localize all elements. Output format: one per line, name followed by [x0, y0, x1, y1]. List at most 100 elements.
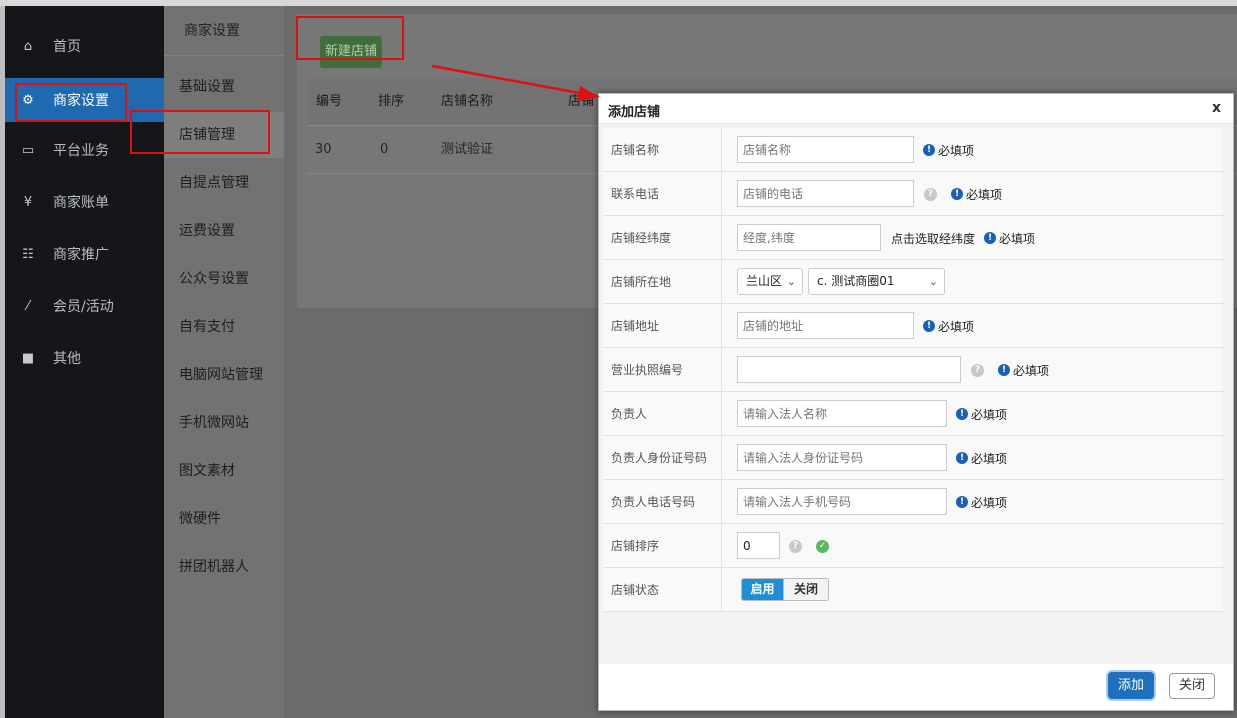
form-row-phone: 联系电话 ? !必填项 [603, 172, 1223, 216]
new-store-button[interactable]: 新建店铺 [320, 36, 382, 68]
check-icon: ✓ [816, 538, 829, 554]
status-off-button[interactable]: 关闭 [783, 579, 828, 600]
main-sidebar: ⌂ 首页 ⚙ 商家设置 ▭ 平台业务 ¥ 商家账单 ☷ 商家推广 ⁄ 会员/活动… [5, 6, 164, 718]
sidebar-item-merchant-bill[interactable]: ¥ 商家账单 [5, 180, 164, 224]
dialog-body: 店铺名称 !必填项 联系电话 ? !必填项 店铺经纬度 点击选取经纬度 !必填项… [599, 124, 1233, 664]
field-label: 店铺地址 [603, 304, 722, 347]
pick-coordinates-link[interactable]: 点击选取经纬度 [891, 230, 975, 246]
info-icon: ! [923, 144, 935, 156]
info-icon: ! [956, 452, 968, 464]
owner-name-input[interactable] [737, 400, 947, 427]
submenu-item-mobile-site[interactable]: 手机微网站 [164, 400, 284, 446]
column-header-id: 编号 [316, 94, 343, 109]
required-hint: ! 必填项 [956, 450, 1007, 466]
status-on-button[interactable]: 启用 [742, 579, 783, 600]
sidebar-item-label: 商家推广 [53, 247, 109, 263]
required-hint: ! 必填项 [951, 186, 1002, 202]
close-button[interactable]: 关闭 [1169, 673, 1215, 699]
required-text: 必填项 [938, 319, 975, 334]
dialog-header: 添加店铺 x [599, 94, 1233, 124]
add-button[interactable]: 添加 [1108, 672, 1154, 699]
sidebar-item-label: 会员/活动 [53, 299, 114, 315]
sidebar-item-members-activities[interactable]: ⁄ 会员/活动 [5, 284, 164, 328]
submenu-item-pickup-points[interactable]: 自提点管理 [164, 160, 284, 206]
help-icon[interactable]: ? [789, 538, 802, 554]
submenu-item-micro-hardware[interactable]: 微硬件 [164, 496, 284, 542]
coordinates-input[interactable] [737, 224, 881, 251]
field-label: 店铺排序 [603, 524, 722, 567]
briefcase-icon: ■ [21, 350, 35, 366]
submenu-item-store-management[interactable]: 店铺管理 [164, 112, 284, 158]
sidebar-item-other[interactable]: ■ 其他 [5, 336, 164, 380]
store-address-input[interactable] [737, 312, 914, 339]
info-icon: ! [984, 232, 996, 244]
required-hint: ! 必填项 [998, 362, 1049, 378]
help-icon[interactable]: ? [924, 186, 937, 202]
field-label: 联系电话 [603, 172, 722, 215]
required-hint: ! 必填项 [923, 318, 974, 334]
magic-wand-icon: ⁄ [26, 298, 30, 314]
help-icon[interactable]: ? [971, 362, 984, 378]
form-row-store-name: 店铺名称 !必填项 [603, 128, 1223, 172]
required-text: 必填项 [1013, 363, 1050, 378]
column-header-sort: 排序 [378, 94, 405, 109]
submenu-item-media-materials[interactable]: 图文素材 [164, 448, 284, 494]
chevron-down-icon: ⌄ [786, 275, 796, 288]
home-icon: ⌂ [23, 38, 33, 54]
sidebar-item-label: 首页 [53, 39, 81, 55]
submenu-item-shipping-settings[interactable]: 运费设置 [164, 208, 284, 254]
required-text: 必填项 [971, 407, 1008, 422]
required-hint: ! 必填项 [984, 230, 1035, 246]
store-phone-input[interactable] [737, 180, 914, 207]
owner-id-input[interactable] [737, 444, 947, 471]
cell-sort: 0 [380, 142, 389, 157]
business-district-select[interactable]: c. 测试商圈01 ⌄ [808, 268, 945, 295]
store-sort-input[interactable] [737, 532, 780, 559]
submenu-item-official-account[interactable]: 公众号设置 [164, 256, 284, 302]
field-label: 营业执照编号 [603, 348, 722, 391]
district-select[interactable]: 兰山区 ⌄ [737, 268, 803, 295]
required-text: 必填项 [971, 451, 1008, 466]
form-row-owner-phone: 负责人电话号码 !必填项 [603, 480, 1223, 524]
form-row-sort: 店铺排序 ? ✓ [603, 524, 1223, 568]
submenu-item-own-payment[interactable]: 自有支付 [164, 304, 284, 350]
required-hint: ! 必填项 [956, 406, 1007, 422]
sidebar-item-merchant-promotion[interactable]: ☷ 商家推广 [5, 232, 164, 276]
info-icon: ! [923, 320, 935, 332]
column-header-store-name: 店铺名称 [441, 94, 494, 109]
chevron-down-icon: ⌄ [928, 275, 938, 288]
submenu-title: 商家设置 [164, 6, 284, 56]
form-row-address: 店铺地址 !必填项 [603, 304, 1223, 348]
form-row-coordinates: 店铺经纬度 点击选取经纬度 !必填项 [603, 216, 1223, 260]
add-store-dialog: 添加店铺 x 店铺名称 !必填项 联系电话 ? !必填项 店铺经纬度 点击选取经… [598, 93, 1234, 711]
info-icon: ! [998, 364, 1010, 376]
required-hint: ! 必填项 [956, 494, 1007, 510]
close-icon[interactable]: x [1212, 100, 1221, 116]
required-hint: ! 必填项 [923, 142, 974, 158]
yen-icon: ¥ [23, 194, 33, 210]
sidebar-item-merchant-settings[interactable]: ⚙ 商家设置 [5, 78, 164, 122]
submenu-item-basic-settings[interactable]: 基础设置 [164, 64, 284, 110]
submenu-item-pc-website[interactable]: 电脑网站管理 [164, 352, 284, 398]
cell-id: 30 [315, 142, 332, 157]
required-text: 必填项 [966, 187, 1003, 202]
field-label: 负责人 [603, 392, 722, 435]
submenu-item-group-robot[interactable]: 拼团机器人 [164, 544, 284, 590]
field-label: 店铺状态 [603, 568, 722, 611]
field-label: 负责人电话号码 [603, 480, 722, 523]
sidebar-item-label: 商家账单 [53, 195, 109, 211]
form-row-status: 店铺状态 启用 关闭 [603, 568, 1223, 612]
form-row-location: 店铺所在地 兰山区 ⌄ c. 测试商圈01 ⌄ [603, 260, 1223, 304]
sidebar-item-platform-business[interactable]: ▭ 平台业务 [5, 128, 164, 172]
dialog-title: 添加店铺 [608, 105, 661, 120]
sidebar-item-home[interactable]: ⌂ 首页 [5, 24, 164, 68]
field-label: 店铺经纬度 [603, 216, 722, 259]
monitor-icon: ▭ [21, 142, 35, 158]
info-icon: ! [956, 496, 968, 508]
required-text: 必填项 [999, 231, 1036, 246]
required-text: 必填项 [938, 143, 975, 158]
owner-phone-input[interactable] [737, 488, 947, 515]
business-license-input[interactable] [737, 356, 961, 383]
required-text: 必填项 [971, 495, 1008, 510]
store-name-input[interactable] [737, 136, 914, 163]
